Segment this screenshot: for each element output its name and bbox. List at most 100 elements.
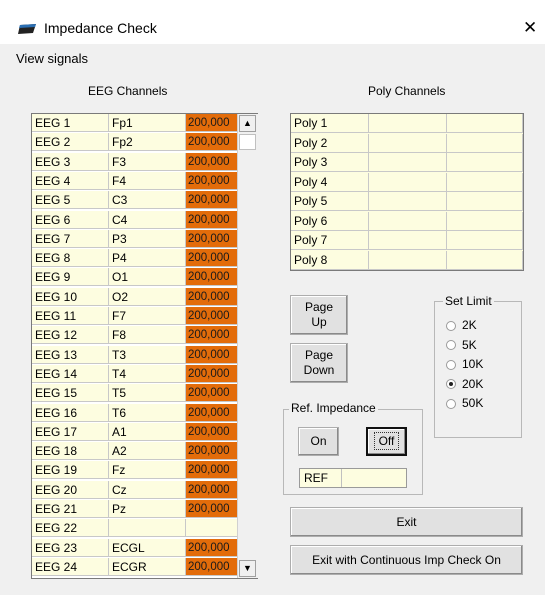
poly-cell: [369, 211, 447, 231]
table-row[interactable]: Poly 4: [291, 172, 523, 192]
impedance-value: [186, 519, 240, 538]
table-row[interactable]: Poly 2: [291, 133, 523, 153]
scroll-down-icon[interactable]: ▼: [239, 560, 256, 577]
table-row[interactable]: EEG 7 P3 200,000: [32, 229, 257, 249]
table-row[interactable]: EEG 19 Fz 200,000: [32, 461, 257, 480]
impedance-value: 200,000: [186, 152, 240, 171]
radio-icon[interactable]: [446, 340, 456, 351]
menu-view-signals[interactable]: View signals: [16, 51, 88, 66]
channel-site: ECGR: [109, 557, 186, 576]
eeg-channels-label: EEG Channels: [88, 84, 168, 98]
table-row[interactable]: EEG 1 Fp1 200,000: [32, 114, 257, 133]
table-row[interactable]: EEG 11 F7 200,000: [32, 307, 257, 326]
poly-cell: [369, 250, 447, 270]
table-row[interactable]: EEG 5 C3 200,000: [32, 191, 257, 210]
poly-cell: [447, 192, 523, 211]
table-row[interactable]: Poly 7: [291, 231, 523, 250]
poly-name: Poly 1: [291, 114, 369, 133]
ref-off-button[interactable]: Off: [366, 427, 407, 456]
table-row[interactable]: EEG 23 ECGL 200,000: [32, 538, 257, 558]
channel-site: T6: [109, 403, 186, 422]
radio-icon[interactable]: [446, 379, 456, 390]
page-down-button[interactable]: Page Down: [290, 343, 348, 383]
channel-name: EEG 11: [32, 307, 109, 325]
impedance-value: 200,000: [186, 171, 240, 190]
impedance-value: 200,000: [186, 557, 240, 576]
table-row[interactable]: Poly 5: [291, 192, 523, 211]
table-row[interactable]: Poly 8: [291, 250, 523, 270]
table-row[interactable]: Poly 6: [291, 211, 523, 231]
table-row[interactable]: EEG 9 O1 200,000: [32, 268, 257, 287]
channel-name: EEG 2: [32, 133, 109, 152]
table-row[interactable]: EEG 22: [32, 519, 257, 538]
eeg-channel-table[interactable]: EEG 1 Fp1 200,000 EEG 2 Fp2 200,000 EEG 3 F3 200…: [31, 113, 258, 579]
scroll-up-icon[interactable]: ▲: [239, 115, 256, 132]
table-row[interactable]: EEG 8 P4 200,000: [32, 249, 257, 268]
table-row[interactable]: EEG 15 T5 200,000: [32, 384, 257, 403]
limit-option-2k[interactable]: 2K: [446, 318, 477, 332]
limit-option-50k[interactable]: 50K: [446, 396, 483, 410]
radio-icon[interactable]: [446, 359, 456, 370]
exit-button[interactable]: Exit: [290, 507, 523, 537]
channel-name: EEG 3: [32, 152, 109, 171]
channel-site: Cz: [109, 480, 186, 499]
radio-icon[interactable]: [446, 320, 456, 331]
scroll-thumb[interactable]: [239, 134, 256, 150]
channel-name: EEG 4: [32, 171, 109, 190]
channel-name: EEG 23: [32, 538, 109, 557]
impedance-value: 200,000: [186, 364, 240, 383]
channel-site: P3: [109, 229, 186, 248]
poly-name: Poly 7: [291, 231, 369, 250]
channel-site: ECGL: [109, 538, 186, 557]
channel-name: EEG 1: [32, 114, 109, 132]
poly-cell: [447, 250, 523, 270]
channel-name: EEG 5: [32, 191, 109, 210]
poly-cell: [369, 231, 447, 250]
table-row[interactable]: EEG 10 O2 200,000: [32, 287, 257, 307]
channel-site: O2: [109, 287, 186, 306]
poly-name: Poly 5: [291, 192, 369, 211]
table-row[interactable]: EEG 4 F4 200,000: [32, 171, 257, 191]
table-row[interactable]: EEG 6 C4 200,000: [32, 210, 257, 230]
impedance-value: 200,000: [186, 480, 240, 499]
ref-field-label: REF: [300, 469, 342, 487]
close-icon[interactable]: ✕: [523, 18, 537, 38]
impedance-value: 200,000: [186, 403, 240, 422]
channel-site: Fp2: [109, 133, 186, 152]
poly-cell: [369, 133, 447, 153]
table-row[interactable]: EEG 2 Fp2 200,000: [32, 133, 257, 152]
table-row[interactable]: EEG 3 F3 200,000: [32, 152, 257, 172]
table-row[interactable]: EEG 17 A1 200,000: [32, 422, 257, 442]
channel-site: [109, 519, 186, 538]
table-row[interactable]: Poly 3: [291, 153, 523, 172]
ref-impedance-label: Ref. Impedance: [289, 401, 378, 415]
radio-icon[interactable]: [446, 398, 456, 409]
channel-site: O1: [109, 268, 186, 287]
app-icon: [18, 24, 36, 34]
poly-cell: [447, 231, 523, 250]
table-row[interactable]: EEG 12 F8 200,000: [32, 326, 257, 345]
table-row[interactable]: EEG 16 T6 200,000: [32, 403, 257, 423]
table-row[interactable]: EEG 18 A2 200,000: [32, 442, 257, 461]
limit-option-5k[interactable]: 5K: [446, 338, 477, 352]
table-row[interactable]: EEG 20 Cz 200,000: [32, 480, 257, 500]
table-row[interactable]: EEG 13 T3 200,000: [32, 345, 257, 365]
poly-name: Poly 6: [291, 211, 369, 231]
page-up-button[interactable]: Page Up: [290, 295, 348, 335]
limit-option-10k[interactable]: 10K: [446, 357, 483, 371]
limit-option-label: 5K: [462, 337, 477, 352]
table-row[interactable]: Poly 1: [291, 114, 523, 133]
limit-option-label: 50K: [462, 396, 484, 410]
impedance-value: 200,000: [186, 345, 240, 364]
exit-continuous-button[interactable]: Exit with Continuous Imp Check On: [290, 545, 523, 575]
ref-off-label: Off: [373, 432, 400, 450]
table-row[interactable]: EEG 24 ECGR 200,000: [32, 557, 257, 577]
ref-on-button[interactable]: On: [298, 427, 339, 456]
channel-name: EEG 24: [32, 557, 109, 576]
impedance-value: 200,000: [186, 287, 240, 306]
table-row[interactable]: EEG 21 Pz 200,000: [32, 500, 257, 519]
poly-channel-table[interactable]: Poly 1 Poly 2 Poly 3 Poly 4 Poly 5 Poly 6 Poly…: [290, 113, 524, 271]
table-row[interactable]: EEG 14 T4 200,000: [32, 364, 257, 384]
limit-option-20k[interactable]: 20K: [446, 377, 483, 391]
eeg-scrollbar[interactable]: ▲ ▼: [237, 114, 258, 578]
